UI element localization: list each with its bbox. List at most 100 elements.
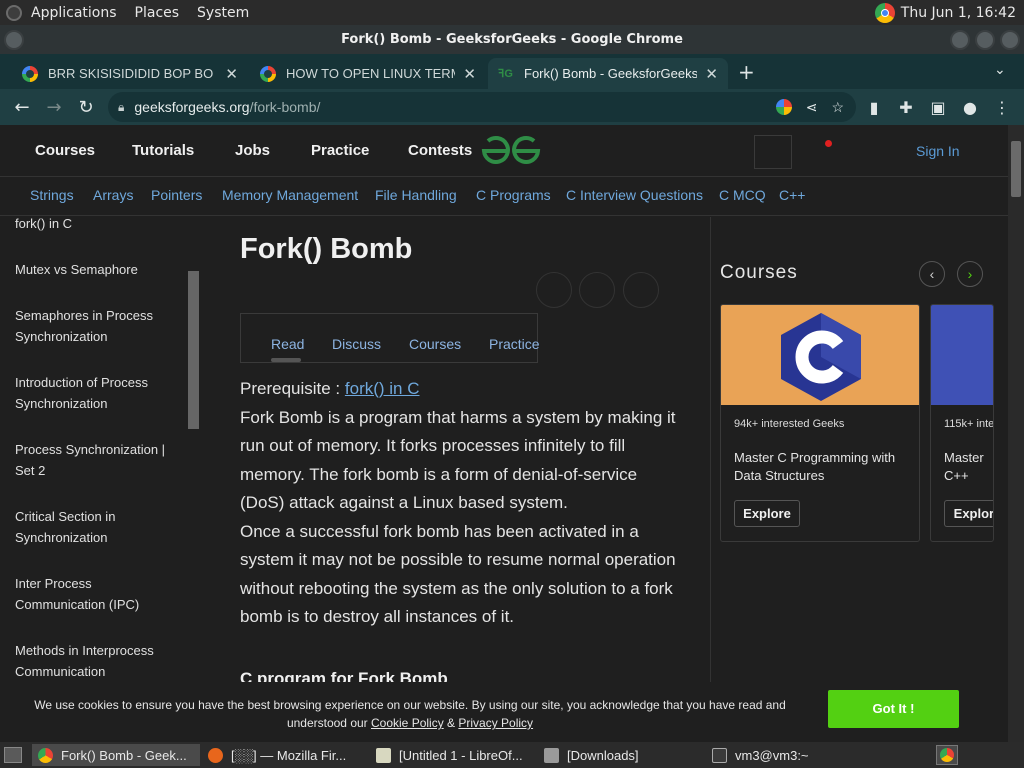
task-downloads[interactable]: [Downloads]: [538, 744, 706, 766]
subnav-c-mcq[interactable]: C MCQ: [719, 187, 766, 203]
explore-button[interactable]: Explore: [944, 500, 993, 527]
interested-count: 115k+ interested Geeks: [944, 418, 994, 430]
cookie-policy-link[interactable]: Cookie Policy: [371, 716, 444, 730]
nav-courses[interactable]: Courses: [35, 142, 95, 159]
nav-jobs[interactable]: Jobs: [235, 142, 270, 159]
task-label: vm3@vm3:~: [735, 747, 809, 763]
prerequisite-link[interactable]: fork() in C: [345, 379, 420, 398]
page-scrollbar-thumb[interactable]: [1011, 141, 1021, 197]
page-scrollbar[interactable]: [1008, 125, 1024, 742]
more-circle-icon[interactable]: [623, 272, 659, 308]
tab-brr[interactable]: BRR SKISISIDIDID BOP BO BO ✕: [12, 58, 248, 89]
accept-cookies-button[interactable]: Got It !: [828, 690, 959, 728]
google-lens-icon[interactable]: [775, 99, 792, 115]
share-circle-icon[interactable]: [536, 272, 572, 308]
subnav-pointers[interactable]: Pointers: [151, 187, 202, 203]
close-tab-icon[interactable]: ✕: [225, 65, 238, 83]
article-body: Prerequisite : fork() in C Fork Bomb is …: [240, 375, 680, 632]
chrome-tray-icon[interactable]: [874, 2, 895, 23]
window-title: Fork() Bomb - GeeksforGeeks - Google Chr…: [341, 32, 683, 47]
tab-discuss[interactable]: Discuss: [332, 336, 381, 352]
bookmark-star-icon[interactable]: ☆: [831, 99, 844, 116]
places-menu[interactable]: Places: [126, 5, 189, 21]
sidebar-item-mutex[interactable]: Mutex vs Semaphore: [15, 259, 180, 280]
top-panel: Applications Places System Thu Jun 1, 16…: [0, 0, 1024, 25]
close-window-button[interactable]: [1000, 30, 1020, 50]
applications-menu[interactable]: Applications: [22, 5, 126, 21]
sidebar-item-fork[interactable]: fork() in C: [15, 213, 180, 234]
bookmark-circle-icon[interactable]: [579, 272, 615, 308]
forward-icon[interactable]: →: [38, 97, 70, 118]
active-tab-indicator: [271, 358, 301, 362]
paragraph-1: Fork Bomb is a program that harms a syst…: [240, 407, 676, 513]
task-chrome[interactable]: Fork() Bomb - Geek...: [32, 744, 200, 766]
tray-chrome-icon[interactable]: [936, 745, 958, 765]
task-firefox[interactable]: [░░] — Mozilla Fir...: [202, 744, 370, 766]
course-card[interactable]: 115k+ interested Geeks Master C++ Progra…: [930, 304, 994, 542]
tab-courses[interactable]: Courses: [409, 336, 461, 352]
profile-avatar-icon[interactable]: ●: [954, 98, 986, 117]
tab-strip: BRR SKISISIDIDID BOP BO BO ✕ HOW TO OPEN…: [0, 54, 1024, 89]
gnome-foot-icon[interactable]: [6, 4, 22, 21]
carousel-prev-icon[interactable]: ‹: [919, 261, 945, 287]
show-desktop-icon[interactable]: [4, 747, 22, 763]
sidebar-item-sync-set2[interactable]: Process Synchronization | Set 2: [15, 439, 180, 481]
subnav-arrays[interactable]: Arrays: [93, 187, 133, 203]
article-title: Fork() Bomb: [240, 233, 413, 265]
chrome-menu-icon[interactable]: ⋮: [986, 98, 1018, 117]
tab-practice[interactable]: Practice: [489, 336, 540, 352]
courses-title: Courses: [720, 262, 798, 283]
subnav-cpp[interactable]: C++: [779, 187, 805, 203]
close-tab-icon[interactable]: ✕: [705, 65, 718, 83]
close-tab-icon[interactable]: ✕: [463, 65, 476, 83]
cookie-text: We use cookies to ensure you have the be…: [20, 696, 800, 732]
tab-linux-terminal[interactable]: HOW TO OPEN LINUX TERMIN ✕: [250, 58, 486, 89]
minimize-button[interactable]: [950, 30, 970, 50]
subnav-strings[interactable]: Strings: [30, 187, 74, 203]
system-menu[interactable]: System: [188, 5, 258, 21]
window-titlebar[interactable]: Fork() Bomb - GeeksforGeeks - Google Chr…: [0, 25, 1024, 54]
side-panel-icon[interactable]: ▣: [922, 98, 954, 117]
privacy-policy-link[interactable]: Privacy Policy: [458, 716, 533, 730]
task-terminal[interactable]: vm3@vm3:~: [706, 744, 874, 766]
course-card[interactable]: 94k+ interested Geeks Master C Programmi…: [720, 304, 920, 542]
search-box[interactable]: [754, 135, 792, 169]
extension-mouse-icon[interactable]: ▮: [858, 98, 890, 117]
extensions-puzzle-icon[interactable]: ✚: [890, 98, 922, 117]
subnav-file-handling[interactable]: File Handling: [375, 187, 457, 203]
tab-search-icon[interactable]: ⌄: [994, 62, 1006, 78]
carousel-next-icon[interactable]: ›: [957, 261, 983, 287]
sign-in-link[interactable]: Sign In: [916, 143, 960, 159]
subnav-memory-management[interactable]: Memory Management: [222, 187, 358, 203]
nav-practice[interactable]: Practice: [311, 142, 369, 159]
sidebar-item-ipc[interactable]: Inter Process Communication (IPC): [15, 573, 180, 615]
notification-dot-icon[interactable]: [825, 140, 832, 147]
subnav-c-interview[interactable]: C Interview Questions: [566, 187, 703, 203]
courses-panel: Courses ‹ › 94k+ interested Geeks Master…: [710, 217, 1008, 742]
maximize-button[interactable]: [975, 30, 995, 50]
c-language-icon: [781, 313, 861, 401]
reload-icon[interactable]: ↻: [70, 97, 102, 118]
explore-button[interactable]: Explore: [734, 500, 800, 527]
window-menu-button[interactable]: [4, 30, 24, 50]
address-bar[interactable]: 🔒︎ geeksforgeeks.org/fork-bomb/ ⋖ ☆: [108, 92, 856, 122]
sidebar-item-ipc-methods[interactable]: Methods in Interprocess Communication: [15, 640, 180, 682]
task-libreoffice[interactable]: [Untitled 1 - LibreOf...: [370, 744, 538, 766]
back-icon[interactable]: ←: [6, 97, 38, 118]
gfg-logo-icon[interactable]: [480, 135, 542, 167]
share-icon[interactable]: ⋖: [806, 99, 818, 116]
lock-icon[interactable]: 🔒︎: [118, 100, 124, 115]
sidebar-scrollbar[interactable]: [188, 271, 199, 429]
taskbar: Fork() Bomb - Geek... [░░] — Mozilla Fir…: [0, 742, 1024, 768]
sidebar-item-intro-sync[interactable]: Introduction of Process Synchronization: [15, 372, 180, 414]
sidebar-item-critical-section[interactable]: Critical Section in Synchronization: [15, 506, 180, 548]
tab-fork-bomb[interactable]: ꟻG Fork() Bomb - GeeksforGeeks ✕: [488, 58, 728, 89]
tab-read[interactable]: Read: [271, 336, 304, 352]
subnav-c-programs[interactable]: C Programs: [476, 187, 551, 203]
folder-icon: [544, 747, 559, 763]
nav-tutorials[interactable]: Tutorials: [132, 142, 194, 159]
new-tab-icon[interactable]: +: [738, 60, 755, 84]
nav-contests[interactable]: Contests: [408, 142, 472, 159]
panel-clock[interactable]: Thu Jun 1, 16:42: [901, 5, 1016, 21]
sidebar-item-semaphores[interactable]: Semaphores in Process Synchronization: [15, 305, 180, 347]
